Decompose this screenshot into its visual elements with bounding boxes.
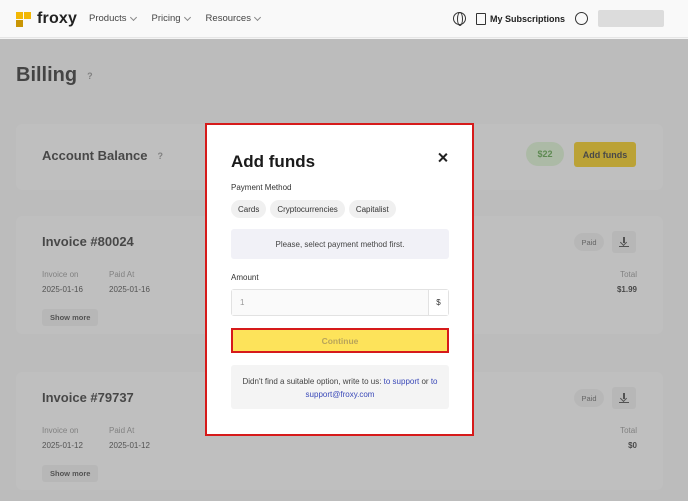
chevron-down-icon [253, 13, 262, 21]
payment-method-capitalist[interactable]: Capitalist [348, 200, 396, 218]
nav-pricing[interactable]: Pricing [151, 13, 191, 24]
logo-text: froxy [37, 10, 78, 27]
continue-button[interactable]: Continue [231, 328, 449, 353]
amount-input[interactable] [232, 290, 428, 315]
nav-products[interactable]: Products [89, 13, 137, 24]
nav-products-label: Products [89, 13, 127, 24]
user-account-menu[interactable] [598, 10, 664, 27]
header-actions: My Subscriptions [452, 10, 664, 27]
payment-method-cards[interactable]: Cards [231, 200, 267, 218]
user-icon[interactable] [575, 12, 588, 25]
payment-method-crypto[interactable]: Cryptocurrencies [270, 200, 345, 218]
nav-resources[interactable]: Resources [205, 13, 262, 24]
main-nav: Products Pricing Resources [89, 13, 262, 24]
support-help-box: Didn't find a suitable option, write to … [231, 365, 449, 409]
nav-resources-label: Resources [205, 13, 251, 24]
my-subscriptions-link[interactable]: My Subscriptions [475, 12, 565, 25]
froxy-logo[interactable]: froxy [16, 10, 77, 28]
chevron-down-icon [183, 13, 191, 21]
payment-method-label: Payment Method [231, 183, 292, 192]
language-globe-icon[interactable] [452, 12, 466, 26]
amount-label: Amount [231, 273, 259, 282]
logo-icon [16, 11, 31, 27]
top-header: froxy Products Pricing Resources My Subs… [0, 0, 688, 38]
amount-field: $ [231, 289, 449, 316]
my-subscriptions-label: My Subscriptions [489, 13, 565, 24]
help-text-or: or [421, 377, 429, 386]
modal-title: Add funds [231, 152, 316, 171]
payment-method-notice: Please, select payment method first. [231, 229, 449, 259]
add-funds-modal: Add funds Payment Method Cards Cryptocur… [205, 123, 474, 436]
close-icon[interactable] [436, 151, 450, 165]
nav-pricing-label: Pricing [151, 13, 181, 24]
payment-method-tabs: Cards Cryptocurrencies Capitalist [231, 200, 396, 218]
subscriptions-icon [475, 12, 486, 25]
support-link[interactable]: to support [384, 377, 420, 386]
chevron-down-icon [129, 13, 137, 21]
help-text: Didn't find a suitable option, write to … [242, 377, 382, 386]
currency-symbol: $ [428, 290, 448, 315]
